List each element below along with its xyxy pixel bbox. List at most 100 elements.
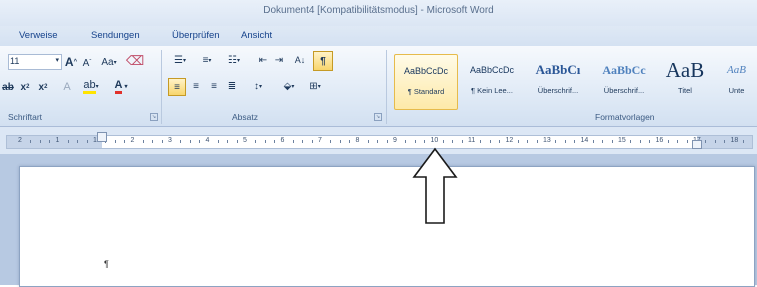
ruler-tick bbox=[536, 140, 538, 143]
right-indent-marker[interactable] bbox=[692, 140, 702, 149]
ruler-tick bbox=[161, 140, 163, 143]
ruler-tick bbox=[189, 140, 191, 143]
ruler-tick bbox=[667, 140, 669, 143]
ruler-tick bbox=[180, 140, 182, 143]
horizontal-ruler[interactable]: 21123456789101112131415161718 bbox=[6, 135, 753, 149]
ruler-number: 9 bbox=[393, 137, 397, 144]
ruler-tick bbox=[236, 140, 238, 143]
ruler-tick bbox=[39, 140, 41, 143]
indent-marker[interactable] bbox=[97, 132, 107, 142]
tab-ueberpruefen[interactable]: Überprüfen bbox=[172, 30, 220, 41]
ruler-tick bbox=[724, 140, 726, 143]
tab-verweise[interactable]: Verweise bbox=[19, 30, 58, 41]
ruler-tick bbox=[517, 140, 519, 143]
ruler-tick bbox=[602, 140, 604, 143]
tab-sendungen[interactable]: Sendungen bbox=[91, 30, 140, 41]
style-subtitle[interactable]: AaB Unte bbox=[716, 54, 757, 108]
style-title[interactable]: AaB Titel bbox=[660, 54, 710, 108]
style-heading-2[interactable]: AaBbCc Überschrif... bbox=[593, 54, 655, 108]
align-left-icon[interactable]: ≡ bbox=[168, 78, 186, 96]
ruler-tick bbox=[714, 140, 716, 143]
ruler-number: 2 bbox=[130, 137, 135, 144]
multilevel-list-icon[interactable]: ☷ ▾ bbox=[222, 53, 246, 67]
title-bar: Dokument4 [Kompatibilitätsmodus] - Micro… bbox=[0, 0, 757, 27]
clear-formatting-icon[interactable]: ⌫ bbox=[126, 52, 144, 70]
ruler-tick bbox=[142, 140, 144, 143]
decrease-indent-icon[interactable]: ⇤ bbox=[256, 53, 270, 67]
ruler-number: 15 bbox=[618, 137, 626, 144]
superscript-button[interactable]: x2 bbox=[36, 79, 50, 95]
paragraph-mark: ¶ bbox=[104, 259, 109, 269]
numbering-icon[interactable]: ≡ ▾ bbox=[195, 53, 219, 67]
ruler-tick bbox=[152, 140, 154, 143]
font-color-icon[interactable]: A ▾ bbox=[110, 78, 132, 94]
ruler-tick bbox=[592, 140, 594, 143]
ruler-tick bbox=[386, 140, 388, 143]
change-case-button[interactable]: Aa ▾ bbox=[98, 55, 120, 69]
ruler-tick bbox=[442, 140, 444, 143]
ruler-tick bbox=[742, 140, 744, 143]
ruler-tick bbox=[264, 140, 266, 143]
ruler-tick bbox=[611, 140, 613, 143]
style-kein-leerraum[interactable]: AaBbCcDc ¶ Kein Lee... bbox=[461, 54, 523, 108]
ruler-number: 3 bbox=[168, 137, 172, 144]
ruler-tick bbox=[367, 140, 369, 143]
tab-ansicht[interactable]: Ansicht bbox=[241, 30, 272, 41]
ruler-number: 14 bbox=[580, 137, 589, 144]
line-spacing-icon[interactable]: ↕ ▾ bbox=[247, 79, 269, 93]
align-center-icon[interactable]: ≡ bbox=[189, 79, 203, 93]
align-right-icon[interactable]: ≡ bbox=[207, 79, 221, 93]
ruler-tick bbox=[677, 140, 679, 143]
style-heading-1[interactable]: AaBbCı Überschrif... bbox=[527, 54, 589, 108]
grow-font-button[interactable]: A ^ bbox=[64, 54, 78, 70]
ruler-tick bbox=[30, 140, 32, 143]
group-separator bbox=[386, 50, 387, 124]
shading-icon[interactable]: ⬙ ▾ bbox=[278, 78, 300, 94]
ruler-tick bbox=[499, 140, 501, 143]
strikethrough-button[interactable]: ab bbox=[2, 79, 14, 95]
ruler-number: 2 bbox=[18, 137, 22, 144]
text-effects-icon[interactable]: A bbox=[60, 79, 74, 95]
subscript-button[interactable]: x2 bbox=[18, 79, 32, 95]
ruler-number: 5 bbox=[243, 137, 247, 144]
ruler-tick bbox=[292, 140, 294, 143]
window-title: Dokument4 [Kompatibilitätsmodus] - Micro… bbox=[263, 5, 494, 16]
sort-icon[interactable]: A↓ bbox=[292, 53, 308, 67]
ruler-number: 6 bbox=[280, 137, 285, 144]
text-highlight-icon[interactable]: ab ▾ bbox=[80, 78, 102, 94]
ruler-tick bbox=[686, 140, 688, 143]
ruler-tick bbox=[649, 140, 651, 143]
ruler-number: 18 bbox=[730, 137, 739, 144]
font-size-value: 11 bbox=[10, 56, 20, 66]
ruler-number: 11 bbox=[468, 137, 476, 144]
style-standard[interactable]: AaBbCcDc ¶ Standard bbox=[394, 54, 458, 110]
shrink-font-button[interactable]: Aˇ bbox=[81, 56, 93, 70]
ruler-number: 13 bbox=[543, 137, 551, 144]
ruler-tick bbox=[227, 140, 229, 143]
paragraph-dialog-launcher-icon[interactable]: ↘ bbox=[374, 113, 382, 121]
document-page[interactable] bbox=[19, 166, 755, 287]
ruler-number: 7 bbox=[318, 137, 322, 144]
justify-icon[interactable]: ≣ bbox=[225, 79, 239, 93]
ruler-tick bbox=[564, 140, 566, 143]
ruler-tick bbox=[49, 140, 51, 143]
increase-indent-icon[interactable]: ⇥ bbox=[272, 53, 286, 67]
ruler-number: 8 bbox=[355, 137, 360, 144]
font-dialog-launcher-icon[interactable]: ↘ bbox=[150, 113, 158, 121]
font-size-box[interactable]: 11 ▾ bbox=[8, 54, 62, 70]
chevron-down-icon[interactable]: ▾ bbox=[55, 56, 59, 64]
ruler-tick bbox=[349, 140, 351, 143]
bullets-icon[interactable]: ☰ ▾ bbox=[168, 53, 192, 67]
ruler-tick bbox=[630, 140, 632, 143]
ruler-number: 1 bbox=[55, 137, 60, 144]
styles-group-label: Formatvorlagen bbox=[595, 112, 655, 122]
ruler-tick bbox=[255, 140, 257, 143]
ruler-number: 4 bbox=[205, 137, 210, 144]
ruler-tick bbox=[405, 140, 407, 143]
group-separator bbox=[161, 50, 162, 124]
show-formatting-icon[interactable]: ¶ bbox=[313, 51, 333, 71]
borders-icon[interactable]: ⊞ ▾ bbox=[304, 79, 326, 93]
ribbon: 11 ▾ A ^ Aˇ Aa ▾ ⌫ ab x2 x2 A ab ▾ A ▾ Schri… bbox=[0, 46, 757, 127]
ruler-tick bbox=[705, 140, 707, 143]
ruler-tick bbox=[574, 140, 576, 143]
